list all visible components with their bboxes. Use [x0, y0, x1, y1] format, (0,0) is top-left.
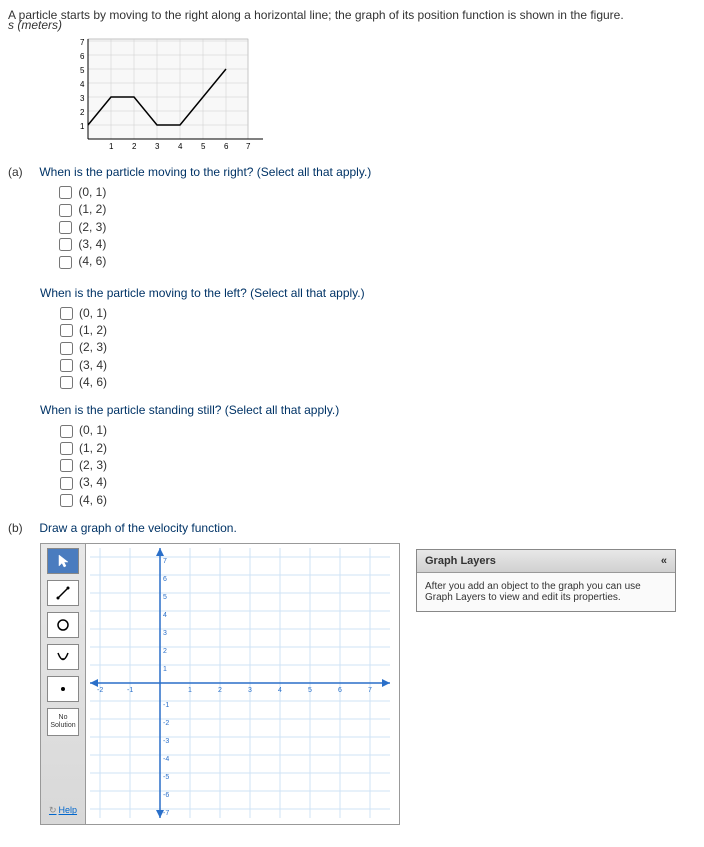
q3-opt-0-label: (0, 1)	[79, 423, 107, 437]
svg-text:6: 6	[224, 142, 229, 151]
q3-opt-3-label: (3, 4)	[79, 475, 107, 489]
position-graph: s (meters) 123 4567 123 4567 t (seconds)…	[68, 34, 696, 157]
q3-opt-2[interactable]	[60, 459, 73, 472]
no-solution-button[interactable]: No Solution	[47, 708, 79, 736]
svg-text:-4: -4	[163, 756, 169, 763]
q2-opt-1-label: (1, 2)	[79, 323, 107, 337]
svg-text:1: 1	[163, 666, 167, 673]
graph-layers-panel: Graph Layers « After you add an object t…	[416, 549, 676, 612]
svg-text:6: 6	[80, 52, 85, 61]
layers-body-text: After you add an object to the graph you…	[417, 573, 675, 611]
question-1: When is the particle moving to the right…	[39, 165, 695, 272]
q1-opt-0-label: (0, 1)	[78, 185, 106, 199]
svg-text:7: 7	[368, 687, 372, 694]
svg-text:-2: -2	[97, 687, 103, 694]
part-a-label: (a)	[8, 165, 36, 179]
q2-opt-1[interactable]	[60, 324, 73, 337]
svg-text:2: 2	[132, 142, 137, 151]
y-axis-label: s (meters)	[8, 18, 62, 32]
svg-text:5: 5	[308, 687, 312, 694]
q3-opt-1-label: (1, 2)	[79, 441, 107, 455]
layers-title: Graph Layers	[425, 555, 496, 567]
svg-text:6: 6	[338, 687, 342, 694]
parabola-tool[interactable]	[47, 644, 79, 670]
q1-opt-3[interactable]	[59, 238, 72, 251]
q1-opt-1[interactable]	[59, 204, 72, 217]
question-2: When is the particle moving to the left?…	[40, 286, 696, 390]
q3-opt-1[interactable]	[60, 442, 73, 455]
pointer-tool[interactable]	[47, 548, 79, 574]
question-3: When is the particle standing still? (Se…	[40, 403, 696, 507]
q1-opt-4[interactable]	[59, 256, 72, 269]
q2-opt-3-label: (3, 4)	[79, 358, 107, 372]
part-a: (a) When is the particle moving to the r…	[8, 165, 696, 507]
svg-text:2: 2	[163, 648, 167, 655]
svg-text:5: 5	[163, 594, 167, 601]
q2-opt-2[interactable]	[60, 342, 73, 355]
toolbar: No Solution Help	[41, 544, 86, 824]
q2-opt-2-label: (2, 3)	[79, 340, 107, 354]
q3-opt-4[interactable]	[60, 494, 73, 507]
collapse-icon[interactable]: «	[661, 555, 667, 567]
q1-opt-2[interactable]	[59, 221, 72, 234]
svg-text:-6: -6	[163, 792, 169, 799]
help-link[interactable]: Help	[49, 805, 77, 816]
question-1-text: When is the particle moving to the right…	[39, 165, 695, 179]
point-tool[interactable]	[47, 676, 79, 702]
svg-text:3: 3	[155, 142, 160, 151]
q1-opt-2-label: (2, 3)	[78, 220, 106, 234]
question-2-text: When is the particle moving to the left?…	[40, 286, 696, 300]
svg-text:2: 2	[218, 687, 222, 694]
svg-text:4: 4	[278, 687, 282, 694]
part-b-text: Draw a graph of the velocity function.	[39, 521, 236, 535]
svg-text:1: 1	[80, 122, 85, 131]
line-tool[interactable]	[47, 580, 79, 606]
position-chart-svg: 1 2 3 4 5 6 7 1 2 3 4 5 6 7	[68, 34, 268, 154]
q2-opt-4[interactable]	[60, 376, 73, 389]
graph-tool: No Solution Help	[40, 543, 400, 825]
svg-text:-1: -1	[127, 687, 133, 694]
q1-opt-1-label: (1, 2)	[78, 202, 106, 216]
q1-opt-0[interactable]	[59, 186, 72, 199]
svg-text:7: 7	[163, 558, 167, 565]
q3-opt-4-label: (4, 6)	[79, 493, 107, 507]
svg-text:3: 3	[80, 94, 85, 103]
svg-text:3: 3	[248, 687, 252, 694]
layers-header: Graph Layers «	[417, 550, 675, 573]
circle-tool[interactable]	[47, 612, 79, 638]
q2-opt-4-label: (4, 6)	[79, 375, 107, 389]
svg-text:3: 3	[163, 630, 167, 637]
svg-text:4: 4	[163, 612, 167, 619]
svg-text:-2: -2	[163, 720, 169, 727]
q1-opt-4-label: (4, 6)	[78, 254, 106, 268]
svg-text:7: 7	[80, 38, 85, 47]
part-b-label: (b)	[8, 521, 36, 535]
plot-canvas[interactable]: 7 6 5 4 3 2 1 -1 -2 -3 -4 -5 -6 -7 -2 -1 1 2 3 4 5 6 7	[86, 544, 399, 824]
q2-opt-3[interactable]	[60, 359, 73, 372]
problem-statement: A particle starts by moving to the right…	[8, 8, 696, 22]
svg-text:2: 2	[80, 108, 85, 117]
svg-text:4: 4	[80, 80, 85, 89]
svg-text:-1: -1	[163, 702, 169, 709]
svg-text:1: 1	[109, 142, 114, 151]
q2-opt-0[interactable]	[60, 307, 73, 320]
svg-text:6: 6	[163, 576, 167, 583]
q3-opt-3[interactable]	[60, 477, 73, 490]
svg-text:-3: -3	[163, 738, 169, 745]
svg-text:1: 1	[188, 687, 192, 694]
part-b: (b) Draw a graph of the velocity functio…	[8, 521, 696, 825]
q3-opt-2-label: (2, 3)	[79, 458, 107, 472]
q2-opt-0-label: (0, 1)	[79, 306, 107, 320]
q3-opt-0[interactable]	[60, 425, 73, 438]
svg-text:5: 5	[201, 142, 206, 151]
svg-text:-7: -7	[163, 810, 169, 817]
q1-opt-3-label: (3, 4)	[78, 237, 106, 251]
question-3-text: When is the particle standing still? (Se…	[40, 403, 696, 417]
svg-text:7: 7	[246, 142, 251, 151]
svg-text:5: 5	[80, 66, 85, 75]
svg-text:-5: -5	[163, 774, 169, 781]
svg-text:4: 4	[178, 142, 183, 151]
